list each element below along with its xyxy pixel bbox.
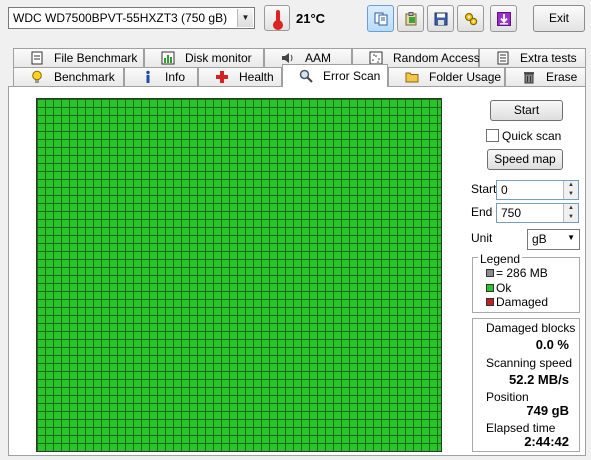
end-field-label: End: [471, 205, 493, 219]
position-label: Position: [486, 390, 529, 404]
tab-label: Folder Usage: [429, 70, 502, 84]
file-benchmark-icon: [31, 51, 43, 65]
end-spin-arrows[interactable]: ▲ ▼: [563, 204, 578, 222]
scanning-speed-value: 52.2 MB/s: [509, 372, 569, 387]
tab-label: File Benchmark: [54, 51, 138, 65]
drive-select-value: WDC WD7500BPVT-55HXZT3 (750 gB): [13, 11, 228, 25]
lightbulb-icon: [32, 70, 42, 83]
tab-label: Extra tests: [520, 51, 577, 65]
tab-label: Health: [239, 70, 274, 84]
disk-monitor-icon: [161, 51, 175, 65]
legend-swatch-ok: [486, 284, 494, 292]
red-cross-icon: [216, 71, 228, 83]
tab-info[interactable]: Info: [124, 67, 198, 87]
tab-benchmark[interactable]: Benchmark: [13, 67, 124, 87]
tab-label: Random Access: [393, 51, 480, 65]
start-field[interactable]: 0 ▲ ▼: [496, 180, 579, 200]
tab-label: Erase: [546, 70, 578, 84]
scan-block-grid: [37, 99, 441, 451]
copy-screenshot-button[interactable]: [397, 5, 424, 32]
legend-item-block-size: = 286 MB: [496, 266, 548, 280]
magnifier-icon: [299, 69, 313, 83]
chevron-down-icon[interactable]: ▼: [237, 9, 253, 27]
speed-map-button[interactable]: Speed map: [487, 149, 563, 170]
tab-label: Disk monitor: [185, 51, 252, 65]
save-button[interactable]: [427, 5, 454, 32]
info-icon: [146, 70, 150, 83]
legend-swatch-block: [486, 269, 494, 277]
trash-icon: [524, 72, 534, 84]
tab-label: Error Scan: [323, 69, 381, 83]
unit-label: Unit: [471, 231, 493, 245]
tab-extra-tests[interactable]: Extra tests: [479, 48, 586, 68]
tab-erase[interactable]: Erase: [505, 67, 586, 87]
position-value: 749 gB: [526, 403, 569, 418]
start-field-value: 0: [501, 183, 508, 197]
legend-item-damaged: Damaged: [496, 295, 549, 309]
folder-icon: [405, 72, 419, 83]
copy-icon: [374, 12, 388, 26]
tab-health[interactable]: Health: [198, 67, 282, 87]
copy-text-button[interactable]: [367, 5, 394, 32]
elapsed-time-label: Elapsed time: [486, 421, 556, 435]
floppy-disk-icon: [434, 12, 448, 26]
elapsed-time-value: 2:44:42: [524, 434, 569, 449]
unit-select-value: gB: [532, 232, 547, 246]
start-spin-arrows[interactable]: ▲ ▼: [563, 181, 578, 199]
tab-label: Info: [165, 70, 186, 84]
end-field[interactable]: 750 ▲ ▼: [496, 203, 579, 223]
options-button[interactable]: [457, 5, 484, 32]
download-button[interactable]: [490, 5, 517, 32]
tab-folder-usage[interactable]: Folder Usage: [388, 67, 505, 87]
damaged-blocks-value: 0.0 %: [535, 337, 569, 352]
scan-block-map: [36, 98, 442, 452]
gears-icon: [465, 13, 478, 26]
tab-label: Benchmark: [54, 70, 115, 84]
legend-swatch-damaged: [486, 298, 494, 306]
speaker-icon: [282, 53, 293, 63]
thermometer-icon[interactable]: [264, 5, 290, 31]
damaged-blocks-label: Damaged blocks: [486, 321, 576, 335]
exit-button[interactable]: Exit: [533, 5, 585, 32]
start-scan-button[interactable]: Start: [490, 100, 563, 121]
legend-title: Legend: [478, 252, 523, 266]
scanning-speed-label: Scanning speed: [486, 356, 573, 370]
quick-scan-checkbox[interactable]: [486, 129, 499, 142]
extra-tests-icon: [497, 51, 509, 65]
toolbar: WDC WD7500BPVT-55HXZT3 (750 gB) ▼ 21°C E…: [0, 0, 591, 40]
chevron-down-icon: ▼: [567, 233, 575, 242]
clipboard-icon: [405, 12, 417, 26]
end-field-value: 750: [501, 206, 522, 220]
download-arrow-icon: [497, 12, 511, 26]
random-access-icon: [369, 51, 383, 65]
quick-scan-label: Quick scan: [502, 129, 562, 143]
legend-item-ok: Ok: [496, 281, 512, 295]
tab-disk-monitor[interactable]: Disk monitor: [144, 48, 264, 68]
temperature-readout: 21°C: [296, 11, 326, 26]
unit-select[interactable]: gB ▼: [527, 229, 580, 250]
drive-select[interactable]: WDC WD7500BPVT-55HXZT3 (750 gB) ▼: [8, 7, 255, 29]
tab-file-benchmark[interactable]: File Benchmark: [13, 48, 144, 68]
start-field-label: Start: [471, 182, 497, 196]
tab-error-scan[interactable]: Error Scan: [282, 64, 388, 87]
